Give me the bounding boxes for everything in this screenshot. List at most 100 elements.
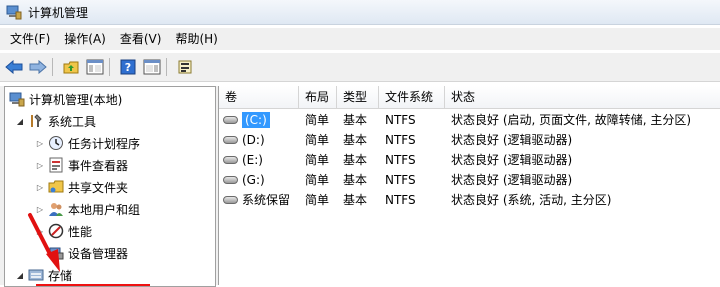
cell-type: 基本	[343, 193, 368, 207]
cell-volume: (C:)	[219, 110, 299, 130]
cell-volume: (E:)	[219, 150, 299, 170]
computer-management-icon	[6, 5, 22, 20]
collapsed-triangle-icon[interactable]: ▷	[35, 205, 45, 214]
volume-label: (C:)	[242, 112, 270, 128]
disk-icon	[223, 196, 238, 204]
toolbar-separator	[52, 58, 53, 76]
cell-status: 状态良好 (逻辑驱动器)	[451, 173, 573, 187]
cell-type: 基本	[343, 153, 368, 167]
show-hide-tree-button[interactable]	[85, 57, 105, 77]
cell-status: 状态良好 (启动, 页面文件, 故障转储, 主分区)	[451, 113, 692, 127]
cell-status: 状态良好 (逻辑驱动器)	[451, 153, 573, 167]
volume-label: 系统保留	[242, 193, 291, 207]
collapsed-triangle-icon[interactable]: ▷	[35, 139, 45, 148]
cell-filesystem: NTFS	[385, 193, 416, 207]
tree-label: 任务计划程序	[68, 136, 141, 151]
volume-label: (G:)	[242, 173, 265, 187]
menu-view[interactable]: 查看(V)	[113, 28, 169, 50]
shared-folder-icon	[48, 180, 64, 193]
column-header-type[interactable]: 类型	[337, 86, 379, 108]
tree-label: 设备管理器	[68, 246, 129, 261]
cell-filesystem: NTFS	[385, 173, 416, 187]
volume-label: (E:)	[242, 153, 263, 167]
export-list-button[interactable]	[175, 57, 195, 77]
show-action-pane-button[interactable]	[142, 57, 162, 77]
table-row[interactable]: (C:) 简单 基本 NTFS 状态良好 (启动, 页面文件, 故障转储, 主分…	[219, 110, 720, 130]
expanded-triangle-icon[interactable]: ◢	[15, 117, 25, 126]
cell-layout: 简单	[305, 113, 330, 127]
storage-icon	[28, 269, 44, 281]
back-icon	[5, 60, 23, 74]
disk-icon	[223, 136, 238, 144]
menu-help[interactable]: 帮助(H)	[168, 28, 224, 50]
disk-icon	[223, 116, 238, 124]
title-bar: 计算机管理	[0, 0, 720, 25]
column-header-layout[interactable]: 布局	[299, 86, 337, 108]
forward-icon	[29, 60, 47, 74]
tree-item-local-users[interactable]: ▷ 本地用户和组	[35, 198, 140, 220]
expanded-triangle-icon[interactable]: ◢	[15, 271, 25, 280]
cell-filesystem: NTFS	[385, 133, 416, 147]
annotation-underline	[36, 284, 150, 286]
cell-status: 状态良好 (逻辑驱动器)	[451, 133, 573, 147]
cell-layout: 简单	[305, 193, 330, 207]
table-row[interactable]: 系统保留 简单 基本 NTFS 状态良好 (系统, 活动, 主分区)	[219, 190, 720, 210]
tree-item-storage[interactable]: ◢ 存储	[15, 264, 72, 286]
collapsed-triangle-icon[interactable]: ▷	[35, 161, 45, 170]
cell-type: 基本	[343, 133, 368, 147]
menu-file[interactable]: 文件(F)	[0, 28, 57, 50]
table-row[interactable]: (D:) 简单 基本 NTFS 状态良好 (逻辑驱动器)	[219, 130, 720, 150]
menu-bar: 文件(F) 操作(A) 查看(V) 帮助(H)	[0, 28, 720, 50]
console-tree: 计算机管理(本地) ◢ 系统工具 ▷ 任务计划程序 ▷ 事件查看器 ▷ 共享文件…	[4, 86, 216, 287]
collapsed-triangle-icon[interactable]: ▷	[35, 183, 45, 192]
column-header-volume[interactable]: 卷	[219, 86, 299, 108]
show-hide-tree-icon	[86, 59, 104, 75]
column-header-filesystem[interactable]: 文件系统	[379, 86, 445, 108]
cell-status: 状态良好 (系统, 活动, 主分区)	[451, 193, 612, 207]
tree-item-event-viewer[interactable]: ▷ 事件查看器	[35, 154, 128, 176]
tree-item-shared-folders[interactable]: ▷ 共享文件夹	[35, 176, 128, 198]
collapsed-triangle-icon[interactable]: ▷	[35, 227, 45, 236]
table-row[interactable]: (E:) 简单 基本 NTFS 状态良好 (逻辑驱动器)	[219, 150, 720, 170]
column-header-status[interactable]: 状态	[445, 86, 720, 108]
menu-action[interactable]: 操作(A)	[57, 28, 113, 50]
cell-layout: 简单	[305, 153, 330, 167]
toolbar: ?	[0, 53, 720, 82]
forward-button[interactable]	[28, 57, 48, 77]
properties-icon	[143, 59, 161, 75]
users-icon	[49, 203, 63, 216]
event-viewer-icon	[49, 157, 63, 173]
toolbar-separator	[109, 58, 110, 76]
tree-item-root[interactable]: 计算机管理(本地)	[9, 88, 122, 110]
help-button[interactable]: ?	[118, 57, 138, 77]
disk-icon	[223, 156, 238, 164]
tree-label: 事件查看器	[68, 158, 129, 173]
cell-layout: 简单	[305, 173, 330, 187]
tree-item-performance[interactable]: ▷ 性能	[35, 220, 92, 242]
up-one-level-button[interactable]	[61, 57, 81, 77]
cell-volume: (G:)	[219, 170, 299, 190]
tree-item-device-manager[interactable]: 设备管理器	[48, 242, 128, 264]
disk-icon	[223, 176, 238, 184]
tree-label: 存储	[48, 268, 73, 283]
up-folder-icon	[63, 61, 79, 74]
tree-item-task-scheduler[interactable]: ▷ 任务计划程序	[35, 132, 140, 154]
back-button[interactable]	[4, 57, 24, 77]
volume-label: (D:)	[242, 133, 265, 147]
computer-management-icon	[9, 92, 25, 107]
device-manager-icon	[49, 247, 64, 260]
cell-type: 基本	[343, 113, 368, 127]
cell-type: 基本	[343, 173, 368, 187]
tree-label: 本地用户和组	[68, 202, 141, 217]
tree-label: 共享文件夹	[68, 180, 129, 195]
cell-volume: (D:)	[219, 130, 299, 150]
tree-label: 计算机管理(本地)	[29, 92, 123, 107]
list-header: 卷 布局 类型 文件系统 状态	[219, 86, 720, 109]
cell-volume: 系统保留	[219, 190, 299, 210]
svg-text:?: ?	[125, 61, 131, 74]
tree-item-system-tools[interactable]: ◢ 系统工具	[15, 110, 96, 132]
performance-icon	[48, 223, 64, 239]
cell-layout: 简单	[305, 133, 330, 147]
clock-icon	[49, 136, 63, 150]
table-row[interactable]: (G:) 简单 基本 NTFS 状态良好 (逻辑驱动器)	[219, 170, 720, 190]
